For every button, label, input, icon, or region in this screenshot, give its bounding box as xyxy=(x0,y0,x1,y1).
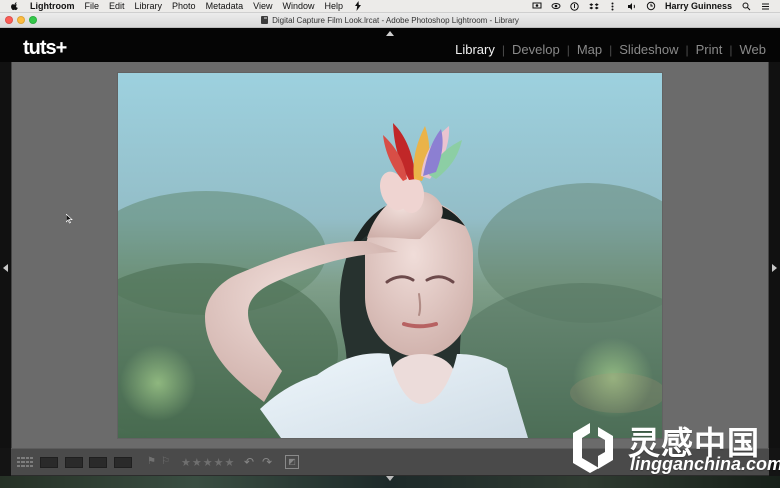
window-title-wrap: Digital Capture Film Look.lrcat - Adobe … xyxy=(261,16,519,25)
screen-share-icon[interactable] xyxy=(532,1,542,11)
right-panel-toggle-icon[interactable] xyxy=(772,264,777,272)
crop-overlay-icon[interactable]: ◩ xyxy=(285,455,299,469)
grid-view-button[interactable] xyxy=(17,457,33,468)
main-photo-preview[interactable] xyxy=(118,73,662,438)
macos-menubar: Lightroom File Edit Library Photo Metada… xyxy=(0,0,780,13)
minimize-window-button[interactable] xyxy=(17,16,25,24)
menu-metadata[interactable]: Metadata xyxy=(206,1,244,11)
menu-lightroom[interactable]: Lightroom xyxy=(30,1,75,11)
survey-view-button[interactable] xyxy=(89,457,107,468)
module-separator: | xyxy=(729,42,733,57)
menu-help[interactable]: Help xyxy=(324,1,343,11)
grid-view-icon xyxy=(17,457,33,468)
window-title: Digital Capture Film Look.lrcat - Adobe … xyxy=(272,15,519,25)
bolt-icon[interactable] xyxy=(353,1,363,11)
traffic-lights xyxy=(5,16,37,24)
volume-icon[interactable] xyxy=(627,1,637,11)
window-titlebar: Digital Capture Film Look.lrcat - Adobe … xyxy=(0,13,780,28)
module-print[interactable]: Print xyxy=(696,42,723,57)
search-icon[interactable] xyxy=(741,1,751,11)
document-icon xyxy=(261,16,269,24)
menu-window[interactable]: Window xyxy=(282,1,314,11)
creative-cloud-icon[interactable] xyxy=(551,1,561,11)
menu-view[interactable]: View xyxy=(253,1,272,11)
tuts-logo: tuts+ xyxy=(23,37,67,59)
compare-view-button[interactable] xyxy=(65,457,83,468)
reject-flag-icon[interactable]: ⚐ xyxy=(161,457,170,467)
close-window-button[interactable] xyxy=(5,16,13,24)
loupe-view-button[interactable] xyxy=(40,457,58,468)
menu-library[interactable]: Library xyxy=(135,1,163,11)
rating-stars[interactable]: ★★★★★ xyxy=(181,456,235,469)
filmstrip-toggle-icon[interactable] xyxy=(386,476,394,481)
status-icons: Harry Guinness xyxy=(532,1,770,11)
time-machine-icon[interactable] xyxy=(646,1,656,11)
module-picker: Library | Develop | Map | Slideshow | Pr… xyxy=(455,42,766,57)
left-panel-rail xyxy=(0,62,11,448)
zoom-window-button[interactable] xyxy=(29,16,37,24)
module-slideshow[interactable]: Slideshow xyxy=(619,42,678,57)
dots-icon[interactable] xyxy=(608,1,618,11)
apple-icon[interactable] xyxy=(10,1,20,11)
module-separator: | xyxy=(685,42,689,57)
info-circle-icon[interactable] xyxy=(570,1,580,11)
flag-icon[interactable]: ⚑ xyxy=(147,457,156,467)
module-separator: | xyxy=(566,42,570,57)
module-library[interactable]: Library xyxy=(455,42,495,57)
people-view-button[interactable] xyxy=(114,457,132,468)
library-toolbar: ⚑ ⚐ ★★★★★ ↶ ↷ ◩ xyxy=(11,448,769,476)
module-separator: | xyxy=(609,42,613,57)
top-panel-toggle-icon[interactable] xyxy=(386,31,394,36)
module-map[interactable]: Map xyxy=(577,42,602,57)
menu-photo[interactable]: Photo xyxy=(172,1,196,11)
mouse-cursor-icon xyxy=(65,211,74,224)
module-develop[interactable]: Develop xyxy=(512,42,560,57)
list-icon[interactable] xyxy=(760,1,770,11)
menu-edit[interactable]: Edit xyxy=(109,1,125,11)
module-separator: | xyxy=(501,42,505,57)
right-panel-rail xyxy=(769,62,780,448)
dropbox-icon[interactable] xyxy=(589,1,599,11)
menu-file[interactable]: File xyxy=(85,1,100,11)
lightroom-app-window: Lightroom File Edit Library Photo Metada… xyxy=(0,0,780,488)
user-name[interactable]: Harry Guinness xyxy=(665,1,732,11)
module-web[interactable]: Web xyxy=(740,42,767,57)
left-panel-toggle-icon[interactable] xyxy=(3,264,8,272)
rotate-right-icon[interactable]: ↷ xyxy=(260,455,274,469)
rotate-left-icon[interactable]: ↶ xyxy=(242,455,256,469)
